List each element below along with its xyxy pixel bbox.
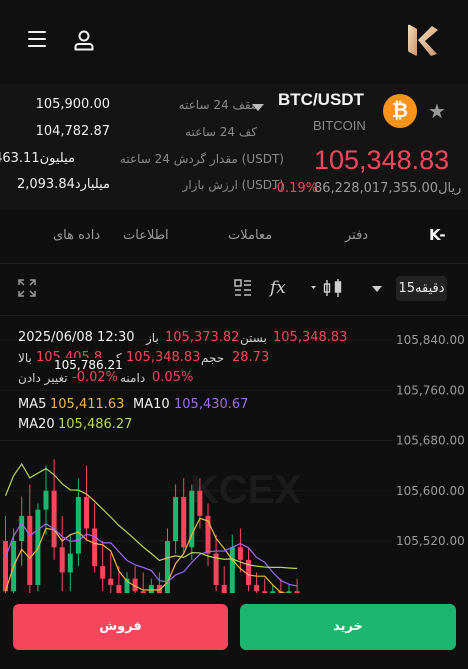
price-change-percent: -0.19% xyxy=(272,181,318,196)
interval-dropdown-caret-icon[interactable] xyxy=(372,286,382,292)
candle-body xyxy=(237,547,243,560)
candle-low-value: 105,348.83 xyxy=(126,350,201,365)
volume-24h-label: مقدار گردش 24 ساعته (USDT) xyxy=(119,152,284,166)
candle-amplitude-label: دامنه xyxy=(120,371,146,385)
candle-body xyxy=(254,584,260,592)
ma20-value: 105,486.27 xyxy=(58,417,133,432)
fullscreen-expand-icon[interactable] xyxy=(18,279,36,297)
fiat-value: ریال86,228,017,355.00 xyxy=(314,181,462,196)
candle-body xyxy=(173,497,179,541)
candle-body xyxy=(75,497,81,554)
candle-date: 2025/06/08 12:30 xyxy=(18,330,135,345)
candle-body xyxy=(165,541,170,598)
user-profile-icon[interactable] xyxy=(73,29,95,51)
y-tick-label: 105,760.00 xyxy=(396,383,465,397)
y-tick-label: 105,520.00 xyxy=(396,534,465,548)
ma5-value: 105,411.63 xyxy=(50,397,125,412)
tab-order-book[interactable]: دفتر xyxy=(345,228,368,243)
tab-kline[interactable]: K- xyxy=(429,226,446,244)
sell-button[interactable]: فروش xyxy=(13,604,228,650)
volume-24h-value: 463.11میلیون xyxy=(0,151,75,166)
candle-change-value: -0.02% xyxy=(72,370,118,385)
candle-high-label: بالا xyxy=(18,351,32,365)
candle-body xyxy=(19,515,25,541)
candle-body xyxy=(108,578,114,585)
bitcoin-icon: ₿ xyxy=(383,94,417,128)
candle-volume-value: 28.73 xyxy=(232,350,270,365)
candle-body xyxy=(181,497,187,548)
y-tick-label: 105,680.00 xyxy=(396,434,465,448)
candle-close-value: 105,348.83 xyxy=(273,330,348,345)
chart-settings-grid-icon[interactable] xyxy=(234,279,252,297)
top-bar xyxy=(0,0,468,80)
market-cap-label: ارزش بازار (USDT) xyxy=(182,178,284,192)
favorite-star-icon[interactable]: ★ xyxy=(428,99,446,123)
y-tick-label: 105,840.00 xyxy=(396,333,465,347)
low-24h-label: کف 24 ساعته xyxy=(185,125,257,139)
candle-body xyxy=(246,559,251,585)
candle-body xyxy=(100,566,106,579)
watermark-logo: KCEX xyxy=(190,468,301,512)
candle-body xyxy=(92,528,98,567)
ma10-label: MA10 xyxy=(133,397,170,412)
high-24h-label: سقف 24 ساعته xyxy=(178,98,261,112)
indicators-fx-icon[interactable]: fx xyxy=(270,278,286,298)
y-tick-label: 105,600.00 xyxy=(396,484,465,498)
interval-selector[interactable]: 15دقیقه xyxy=(396,276,447,301)
candle-body xyxy=(3,541,8,592)
candle-body xyxy=(51,490,57,548)
candle-open-value: 105,373.82 xyxy=(165,330,240,345)
ma5-label: MA5 xyxy=(18,397,47,412)
tab-data[interactable]: داده های xyxy=(53,228,100,243)
high-24h-value: 105,900.00 xyxy=(35,97,110,112)
buy-button[interactable]: خرید xyxy=(240,604,456,650)
candle-body xyxy=(229,547,235,598)
candle-body xyxy=(67,553,73,573)
candle-body xyxy=(197,490,203,516)
ma10-line xyxy=(4,521,298,587)
ma20-label: MA20 xyxy=(18,417,55,432)
candle-close-label: بستن xyxy=(240,331,267,345)
hamburger-menu-icon[interactable] xyxy=(28,31,46,47)
last-price: 105,348.83 xyxy=(314,145,450,175)
candle-body xyxy=(59,547,65,573)
low-24h-value: 104,782.87 xyxy=(35,124,110,139)
candlestick-type-icon[interactable] xyxy=(310,278,344,298)
market-cap-value: 2,093.84میلیارد xyxy=(16,177,110,192)
pair-name[interactable]: BTC/USDT xyxy=(278,90,364,110)
candle-open-label: باز xyxy=(146,331,159,345)
candle-body xyxy=(43,490,49,510)
ma10-value: 105,430.67 xyxy=(174,397,249,412)
candle-change-label: تغییر دادن xyxy=(18,371,68,385)
tab-info[interactable]: اطلاعات xyxy=(123,228,169,243)
candle-body xyxy=(84,497,89,529)
candle-amplitude-value: 0.05% xyxy=(152,370,194,385)
pair-base-name: BITCOIN xyxy=(313,118,366,133)
pair-dropdown-caret-icon[interactable] xyxy=(252,104,264,111)
tab-trades[interactable]: معاملات xyxy=(228,228,272,243)
candle-body xyxy=(27,515,33,585)
candle-volume-label: حجم xyxy=(201,351,225,365)
kcex-logo-icon[interactable] xyxy=(404,22,440,58)
